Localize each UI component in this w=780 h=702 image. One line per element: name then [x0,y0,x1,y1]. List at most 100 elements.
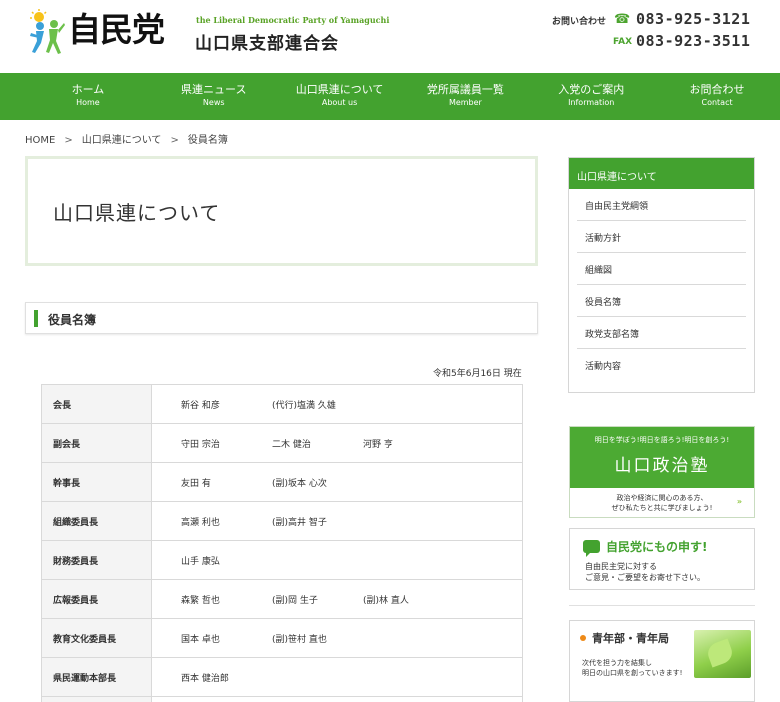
names-cell: 新谷 和彦 (代行)塩満 久雄 [151,384,523,424]
nav-item-news[interactable]: 県連ニュース News [151,73,277,120]
role-cell: 幹事長 [41,462,152,502]
nav-label: 入党のご案内 [558,83,625,96]
names-cell: 西本 健治郎 [151,657,523,697]
sidebar-item-branches[interactable]: 政党支部名簿 [577,317,746,349]
phone-number[interactable]: 083-925-3121 [636,10,750,28]
banner-line: ぜひ私たちと共に学びましょう! [611,504,713,512]
nav-label: 山口県連について [295,83,384,96]
officer-name: (副)高井 智子 [272,517,327,528]
nav-sublabel: News [202,98,225,107]
banner-line: 政治や経済に関心のある方、 [616,494,708,502]
nav-item-information[interactable]: 入党のご案内 Information [528,73,654,120]
table-row: 会長 新谷 和彦 (代行)塩満 久雄 [41,384,523,424]
opinion-banner[interactable]: 自民党にもの申す! 自由民主党に対する ご意見・ご要望をお寄せ下さい。 [569,528,755,590]
sidebar-divider [569,605,755,606]
banner-line: 次代を担う力を結集し [582,659,652,667]
speech-bubble-icon [583,540,600,557]
names-cell: 国本 卓也 (副)笹村 直也 [151,618,523,658]
table-row: 副会長 守田 宗治 二木 健治 河野 亨 [41,423,523,463]
table-row: 広報委員長 森繁 哲也 (副)岡 生子 (副)林 直人 [41,579,523,619]
role-cell: 会長 [41,384,152,424]
breadcrumb-current: 役員名簿 [187,135,228,146]
nav-sublabel: Information [568,98,615,107]
officer-name: 守田 宗治 [181,439,220,450]
breadcrumb-about-link[interactable]: 山口県連について [82,135,162,146]
logo-mark-icon[interactable] [27,9,65,55]
nav-label: 党所属議員一覧 [426,83,504,96]
officer-name: 西本 健治郎 [181,673,229,684]
table-row: 財務委員長 山手 康弘 [41,540,523,580]
officer-name: 山手 康弘 [181,556,220,567]
leaf-photo [694,630,751,678]
page-title-box: 山口県連について [25,156,538,266]
politics-school-banner[interactable]: 明日を学ぼう!明日を語ろう!明日を創ろう! 山口政治塾 政治や経済に関心のある方… [569,426,755,518]
nav-item-contact[interactable]: お問合わせ Contact [654,73,780,120]
table-row: 県民運動本部長 西本 健治郎 [41,657,523,697]
heading-accent-bar [34,310,38,327]
officer-name: (副)坂本 心次 [272,478,327,489]
banner-line: 明日の山口県を創っていきます! [582,669,683,677]
as-of-date: 令和5年6月16日 現在 [433,369,522,379]
names-cell [151,696,523,702]
sidebar-item-officers[interactable]: 役員名簿 [577,285,746,317]
double-arrow-icon: » [736,497,742,506]
banner-line: 自由民主党に対する [585,562,657,571]
bullet-icon [580,635,586,641]
nav-sublabel: Contact [701,98,733,107]
nav-label: ホーム [71,83,105,96]
names-cell: 守田 宗治 二木 健治 河野 亨 [151,423,523,463]
role-cell: 教育文化委員長 [41,618,152,658]
officer-name: (副)岡 生子 [272,595,318,606]
names-cell: 山手 康弘 [151,540,523,580]
role-cell: 広報委員長 [41,579,152,619]
officer-name: 友田 有 [181,478,211,489]
role-cell: 県民運動本部長 [41,657,152,697]
page-title: 山口県連について [53,201,221,225]
sidebar-heading[interactable]: 山口県連について [569,158,754,189]
banner-description: 政治や経済に関心のある方、 ぜひ私たちと共に学びましょう! [570,488,754,513]
nav-item-home[interactable]: ホーム Home [25,73,151,120]
logo-english-name: the Liberal Democratic Party of Yamaguch… [196,15,390,25]
officer-name: 河野 亨 [363,439,393,450]
officer-name: 高瀬 利也 [181,517,220,528]
nav-label: 県連ニュース [181,83,247,96]
breadcrumb-separator: > [170,135,179,146]
section-heading: 役員名簿 [25,302,538,334]
role-cell: 財務委員長 [41,540,152,580]
table-row [41,696,523,702]
role-cell: 組織委員長 [41,501,152,541]
fax-label: FAX [613,37,633,47]
banner-title: 自民党にもの申す! [606,540,708,554]
table-row: 教育文化委員長 国本 卓也 (副)笹村 直也 [41,618,523,658]
section-heading-text: 役員名簿 [48,313,97,327]
fax-number: 083-923-3511 [636,32,751,50]
contact-label: お問い合わせ [552,17,607,27]
officer-name: 二木 健治 [272,439,311,450]
youth-division-banner[interactable]: 青年部・青年局 次代を担う力を結集し 明日の山口県を創っていきます! [569,620,755,702]
sidebar-item-platform[interactable]: 自由民主党綱領 [577,189,746,221]
logo-text[interactable]: 自民党 [68,12,165,48]
banner-tagline: 明日を学ぼう!明日を語ろう!明日を創ろう! [594,436,730,444]
sidebar-item-org-chart[interactable]: 組織図 [577,253,746,285]
banner-title: 山口政治塾 [614,456,710,476]
nav-sublabel: Member [448,98,482,107]
names-cell: 友田 有 (副)坂本 心次 [151,462,523,502]
nav-sublabel: About us [321,98,358,107]
breadcrumb-home-link[interactable]: HOME [25,135,55,146]
nav-sublabel: Home [76,98,100,107]
officer-name: (代行)塩満 久雄 [272,400,336,411]
site-header: 自民党 the Liberal Democratic Party of Yama… [0,0,780,73]
banner-title: 青年部・青年局 [592,632,669,645]
nav-item-about[interactable]: 山口県連について About us [277,73,403,120]
nav-item-member[interactable]: 党所属議員一覧 Member [402,73,528,120]
role-cell [41,696,152,702]
sidebar-item-policy[interactable]: 活動方針 [577,221,746,253]
breadcrumb: HOME > 山口県連について > 役員名簿 [25,131,228,146]
table-row: 組織委員長 高瀬 利也 (副)高井 智子 [41,501,523,541]
banner-description: 次代を担う力を結集し 明日の山口県を創っていきます! [582,658,682,678]
sidebar-item-activities[interactable]: 活動内容 [577,349,746,381]
banner-description: 自由民主党に対する ご意見・ご要望をお寄せ下さい。 [585,561,705,583]
officer-name: (副)林 直人 [363,595,409,606]
officers-table: 会長 新谷 和彦 (代行)塩満 久雄 副会長 守田 宗治 二木 健治 河野 亨 幹事長… [41,384,523,702]
names-cell: 高瀬 利也 (副)高井 智子 [151,501,523,541]
